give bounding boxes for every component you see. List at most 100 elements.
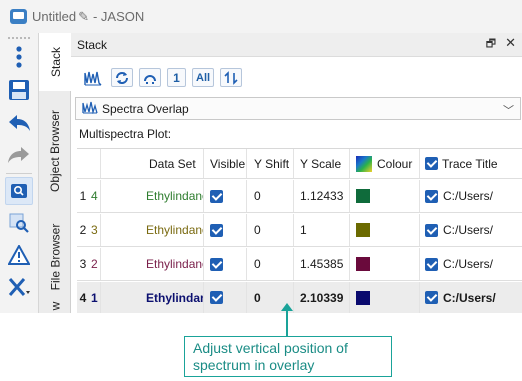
trace-title-value: C:/Users/	[443, 257, 494, 271]
zoom-icon[interactable]	[5, 177, 33, 205]
undo-icon[interactable]	[5, 109, 33, 137]
more-options-icon[interactable]	[5, 43, 33, 71]
refresh-icon[interactable]	[111, 68, 133, 87]
multiplot-icon[interactable]	[81, 68, 105, 87]
visible-checkbox[interactable]	[210, 223, 223, 237]
panel-header: Stack 🗗 ✕	[71, 33, 522, 57]
row-visible[interactable]	[204, 248, 247, 280]
row-colour[interactable]	[350, 282, 420, 313]
header-visible-label: Visible	[210, 156, 246, 171]
header-dataset[interactable]: Data Set	[101, 149, 204, 178]
row-yscale[interactable]: 1	[294, 214, 350, 246]
row-dataset[interactable]: Ethylindanone	[101, 214, 204, 246]
colour-swatch[interactable]	[356, 223, 370, 237]
row-visible[interactable]	[204, 214, 247, 246]
trace-title-checkbox[interactable]	[425, 291, 438, 304]
row-index: 1	[79, 189, 87, 203]
tab-stack[interactable]: Stack	[39, 33, 71, 91]
spectra-table: # Data Set Visible Y Shift Y Scale Colou…	[77, 148, 522, 313]
row-visible[interactable]	[204, 180, 247, 212]
row-trace-title[interactable]: C:/Users/	[420, 248, 505, 280]
row-yshift[interactable]: 0	[247, 248, 294, 280]
trace-title-all-checkbox[interactable]	[425, 157, 438, 170]
row-index: 2	[79, 223, 87, 237]
tab-object-browser-label: Object Browser	[48, 109, 62, 193]
row-colour[interactable]	[350, 248, 420, 280]
visible-checkbox[interactable]	[210, 189, 223, 203]
header-number[interactable]: #	[89, 149, 101, 178]
chevron-down-icon: ﹀	[503, 105, 514, 117]
tab-stack-label: Stack	[49, 46, 64, 78]
redo-icon[interactable]	[5, 141, 33, 169]
visible-checkbox[interactable]	[210, 291, 223, 304]
header-colour[interactable]: Colour	[350, 149, 420, 178]
app-icon	[10, 9, 27, 24]
row-yscale[interactable]: 2.10339	[294, 282, 350, 313]
app-window: Untitled ✎ - JASON Stack Object Browser …	[0, 0, 522, 313]
sort-icon[interactable]	[220, 68, 243, 87]
row-dataset[interactable]: Ethylindanone	[101, 248, 204, 280]
trace-title-checkbox[interactable]	[425, 223, 438, 237]
document-title: Untitled	[32, 9, 77, 24]
title-bar: Untitled ✎ - JASON	[0, 0, 522, 33]
row-colour[interactable]	[350, 214, 420, 246]
table-row[interactable]: 4 1 Ethylindanone 0 2.10339 C:/Users/	[77, 282, 522, 313]
trace-title-value: C:/Users/	[443, 189, 494, 203]
table-header: # Data Set Visible Y Shift Y Scale Colou…	[77, 149, 522, 179]
tab-partial[interactable]: w	[39, 299, 71, 313]
pencil-icon: ✎	[78, 8, 89, 24]
row-trace-title[interactable]: C:/Users/	[420, 180, 505, 212]
stack-toolbar: 1 All	[81, 68, 243, 87]
trace-title-value: C:/Users/	[443, 223, 494, 237]
annotation-line-1: Adjust vertical position of	[193, 340, 348, 356]
left-toolbar	[0, 33, 39, 313]
row-number: 2	[89, 248, 101, 280]
one-button[interactable]: 1	[167, 68, 186, 87]
colour-swatch[interactable]	[356, 257, 370, 271]
row-visible[interactable]	[204, 282, 247, 313]
header-visible[interactable]: Visible	[204, 149, 247, 178]
row-dataset[interactable]: Ethylindanone	[101, 282, 204, 313]
toolbar-grip[interactable]	[8, 37, 30, 39]
tools-icon[interactable]	[5, 273, 33, 301]
visible-checkbox[interactable]	[210, 257, 223, 271]
row-yshift[interactable]: 0	[247, 214, 294, 246]
tab-file-browser-label: File Browser	[48, 223, 62, 291]
row-yscale[interactable]: 1.45385	[294, 248, 350, 280]
header-index	[77, 149, 89, 178]
colour-swatch[interactable]	[356, 189, 370, 203]
header-dataset-label: Data Set	[149, 156, 196, 171]
colour-swatch[interactable]	[356, 290, 370, 305]
tab-object-browser[interactable]: Object Browser	[39, 95, 71, 207]
multispectra-label: Multispectra Plot:	[79, 127, 172, 141]
zoom-region-icon[interactable]	[5, 209, 33, 237]
table-row[interactable]: 3 2 Ethylindanone 0 1.45385 C:/Users/	[77, 248, 522, 281]
shift-icon[interactable]	[139, 68, 161, 87]
row-yscale[interactable]: 1.12433	[294, 180, 350, 212]
tab-file-browser[interactable]: File Browser	[39, 211, 71, 303]
row-trace-title[interactable]: C:/Users/	[420, 214, 505, 246]
tab-partial-label: w	[47, 301, 62, 311]
float-panel-icon[interactable]: 🗗	[486, 35, 496, 54]
row-dataset[interactable]: Ethylindanone	[101, 180, 204, 212]
save-icon[interactable]	[5, 76, 33, 104]
table-row[interactable]: 2 3 Ethylindanone 0 1 C:/Users/	[77, 214, 522, 247]
stack-panel: Stack 🗗 ✕ 1 All Spectra Overlap ﹀ Multis…	[71, 33, 522, 313]
row-yshift[interactable]: 0	[247, 180, 294, 212]
header-trace-title[interactable]: Trace Title	[420, 149, 505, 178]
all-button[interactable]: All	[192, 68, 215, 87]
header-yshift[interactable]: Y Shift	[247, 149, 294, 178]
header-yscale[interactable]: Y Scale	[294, 149, 350, 178]
colour-gradient-icon	[356, 155, 372, 172]
row-trace-title[interactable]: C:/Users/	[420, 282, 505, 313]
row-colour[interactable]	[350, 180, 420, 212]
app-name: - JASON	[92, 9, 145, 24]
view-mode-label: Spectra Overlap	[102, 101, 189, 116]
annotation-line-2: spectrum in overlay	[193, 357, 315, 373]
trace-title-checkbox[interactable]	[425, 189, 438, 203]
view-mode-select[interactable]: Spectra Overlap ﹀	[75, 97, 521, 120]
close-icon[interactable]: ✕	[505, 35, 516, 54]
trace-title-checkbox[interactable]	[425, 257, 438, 271]
table-row[interactable]: 1 4 Ethylindanone 0 1.12433 C:/Users/	[77, 180, 522, 213]
warning-icon[interactable]	[5, 241, 33, 269]
